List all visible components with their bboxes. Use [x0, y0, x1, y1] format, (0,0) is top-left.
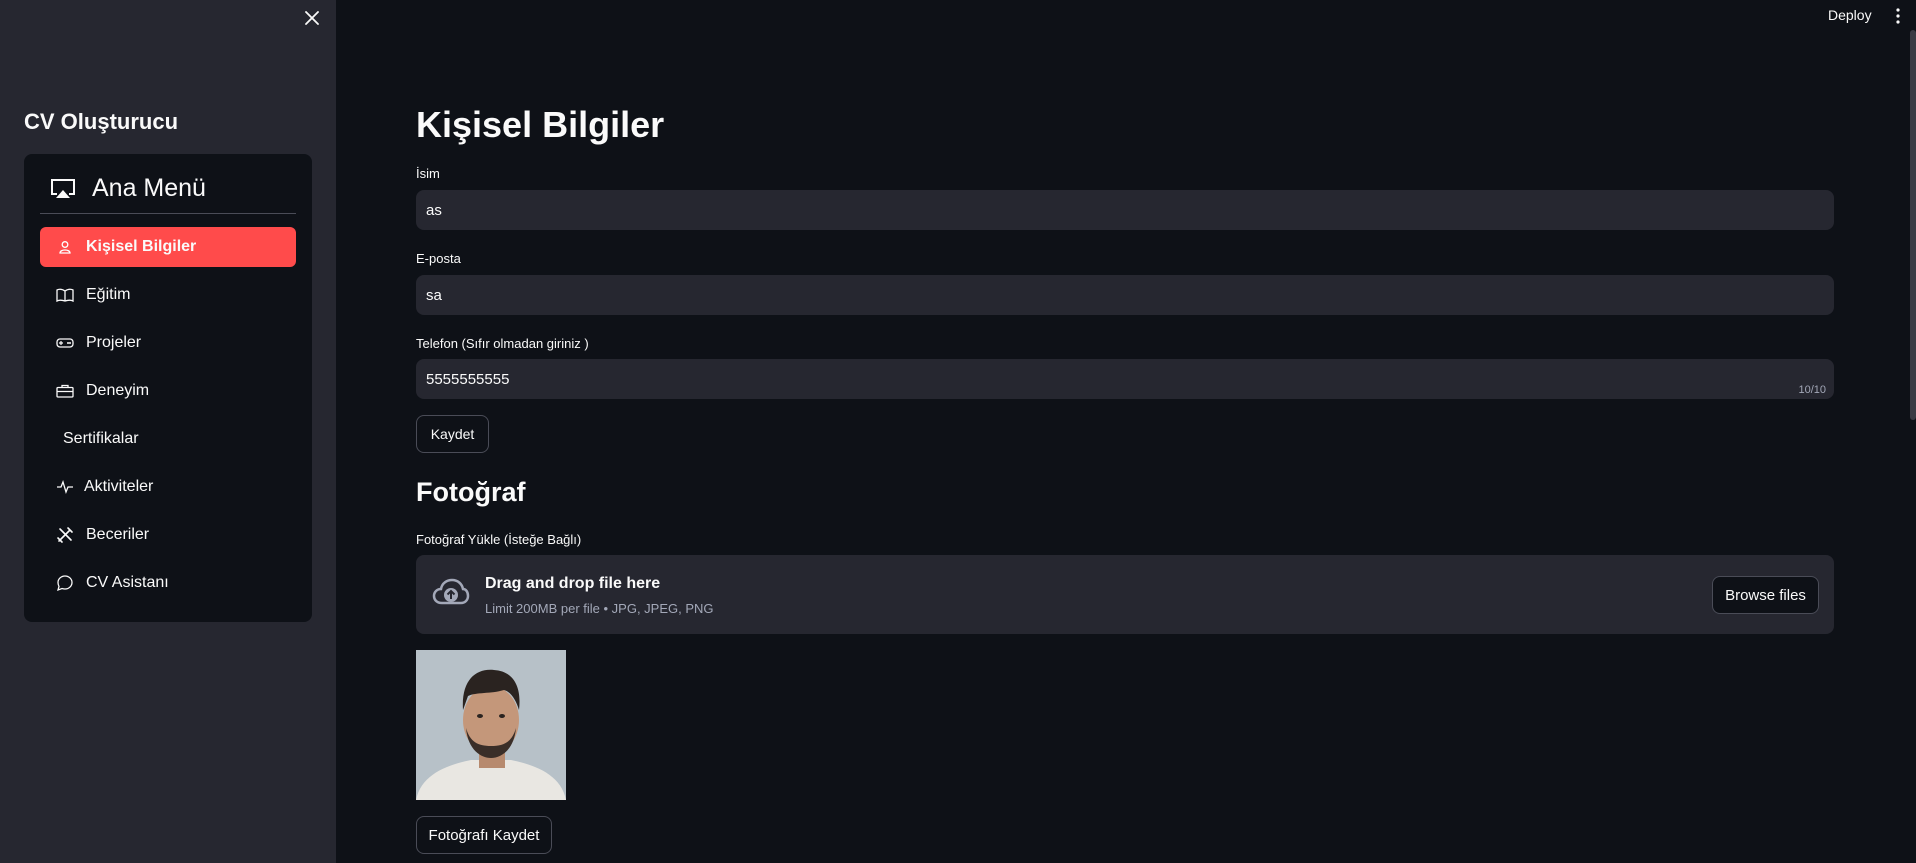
- upload-label: Fotoğraf Yükle (İsteğe Bağlı): [416, 532, 582, 547]
- scrollbar[interactable]: [1910, 30, 1916, 420]
- name-label: İsim: [416, 166, 440, 181]
- photo-section-title: Fotoğraf: [416, 477, 526, 507]
- sidebar-item-label: Beceriler: [86, 526, 150, 543]
- sidebar-item-sertifikalar[interactable]: Sertifikalar: [40, 419, 296, 459]
- sidebar-item-beceriler[interactable]: Beceriler: [40, 515, 296, 555]
- save-button[interactable]: Kaydet: [416, 415, 489, 453]
- menu-header: Ana Menü: [50, 174, 206, 203]
- person-icon: [56, 238, 74, 256]
- dropzone-limit: Limit 200MB per file • JPG, JPEG, PNG: [485, 601, 714, 616]
- close-sidebar-button[interactable]: [300, 6, 324, 30]
- sidebar-item-cv-asistani[interactable]: CV Asistanı: [40, 563, 296, 603]
- email-input[interactable]: sa: [416, 275, 1834, 315]
- sidebar-item-kisisel-bilgiler[interactable]: Kişisel Bilgiler: [40, 227, 296, 267]
- menu-header-label: Ana Menü: [92, 174, 206, 202]
- save-photo-button[interactable]: Fotoğrafı Kaydet: [416, 816, 552, 854]
- option-menu: Ana Menü Kişisel Bilgiler Eğitim Projele…: [24, 154, 312, 622]
- uploaded-photo: [416, 650, 566, 800]
- controller-icon: [56, 334, 74, 352]
- chat-icon: [56, 574, 74, 592]
- phone-input[interactable]: 5555555555 10/10: [416, 359, 1834, 399]
- dropzone-title: Drag and drop file here: [485, 575, 661, 592]
- sidebar: CV Oluşturucu Ana Menü Kişisel Bilgiler …: [0, 0, 336, 863]
- briefcase-icon: [56, 382, 74, 400]
- sidebar-item-label: Deneyim: [86, 382, 150, 399]
- browse-files-button[interactable]: Browse files: [1712, 576, 1819, 614]
- sidebar-title: CV Oluşturucu: [24, 109, 179, 134]
- portrait-image: [416, 650, 566, 800]
- sidebar-item-label: Kişisel Bilgiler: [86, 238, 197, 255]
- file-dropzone[interactable]: Drag and drop file here Limit 200MB per …: [416, 555, 1834, 634]
- menu-divider: [40, 213, 296, 214]
- book-icon: [56, 286, 74, 304]
- phone-value: 5555555555: [426, 370, 510, 388]
- phone-label: Telefon (Sıfır olmadan giriniz ): [416, 336, 589, 351]
- more-options-icon[interactable]: [1892, 6, 1904, 26]
- tools-icon: [56, 526, 74, 544]
- sidebar-item-aktiviteler[interactable]: Aktiviteler: [40, 467, 296, 507]
- cloud-upload-icon: [432, 578, 470, 605]
- activity-icon: [56, 478, 74, 496]
- character-counter: 10/10: [1798, 384, 1826, 396]
- sidebar-item-projeler[interactable]: Projeler: [40, 323, 296, 363]
- email-label: E-posta: [416, 251, 461, 266]
- sidebar-item-deneyim[interactable]: Deneyim: [40, 371, 296, 411]
- sidebar-item-label: CV Asistanı: [86, 574, 169, 591]
- sidebar-item-label: Eğitim: [86, 286, 131, 303]
- page-title: Kişisel Bilgiler: [416, 104, 665, 145]
- sidebar-item-label: Sertifikalar: [63, 430, 139, 447]
- cast-icon: [51, 178, 75, 198]
- name-input[interactable]: as: [416, 190, 1834, 230]
- close-icon: [305, 11, 319, 25]
- sidebar-item-label: Projeler: [86, 334, 142, 351]
- sidebar-item-egitim[interactable]: Eğitim: [40, 275, 296, 315]
- deploy-button[interactable]: Deploy: [1828, 7, 1872, 23]
- sidebar-item-label: Aktiviteler: [84, 478, 154, 495]
